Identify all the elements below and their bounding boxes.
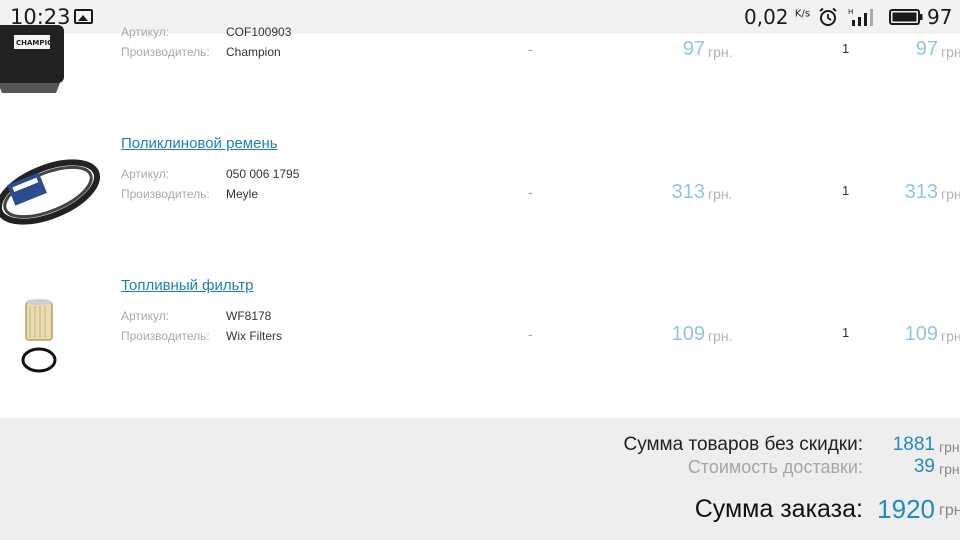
unit-price-currency: грн. bbox=[708, 186, 733, 202]
maker-label: Производитель: bbox=[121, 329, 210, 343]
maker-label: Производитель: bbox=[121, 45, 210, 59]
article-label: Артикул: bbox=[121, 309, 170, 323]
discount-value: - bbox=[528, 184, 533, 200]
unit-price: 109 bbox=[671, 323, 705, 345]
line-total: 97 bbox=[915, 38, 938, 60]
order-total-value: 1920 bbox=[877, 494, 935, 524]
order-total-label: Сумма заказа: bbox=[694, 495, 863, 523]
unit-price: 97 bbox=[682, 38, 705, 60]
subtotal-label: Сумма товаров без скидки: bbox=[623, 434, 863, 455]
delivery-value: 39 bbox=[913, 456, 935, 477]
unit-price: 313 bbox=[671, 181, 705, 203]
article-value: 050 006 1795 bbox=[226, 167, 300, 181]
unit-price-currency: грн. bbox=[708, 44, 733, 60]
line-total-currency: грн bbox=[941, 186, 960, 202]
quantity[interactable]: 1 bbox=[842, 41, 849, 56]
subtotal-value: 1881 bbox=[892, 434, 935, 455]
line-total: 313 bbox=[904, 181, 938, 203]
article-label: Артикул: bbox=[121, 167, 170, 181]
line-total-currency: грн bbox=[941, 328, 960, 344]
maker-value: Meyle bbox=[226, 187, 259, 201]
product-link-belt[interactable]: Поликлиновой ремень bbox=[121, 135, 278, 152]
quantity[interactable]: 1 bbox=[842, 325, 849, 340]
order-summary: Сумма товаров без скидки: 1881 грн Стоим… bbox=[0, 418, 960, 540]
product-image-belt[interactable] bbox=[0, 148, 110, 238]
discount-value: - bbox=[528, 41, 533, 57]
product-image-oil-filter[interactable]: CHAMPION bbox=[0, 25, 110, 95]
cart-item-belt: Поликлиновой ремень Артикул: 050 006 179… bbox=[0, 124, 960, 266]
product-link-fuel-filter[interactable]: Топливный фильтр bbox=[121, 277, 254, 294]
delivery-label: Стоимость доставки: bbox=[687, 457, 863, 477]
unit-price-currency: грн. bbox=[708, 328, 733, 344]
delivery-currency: грн bbox=[939, 461, 960, 477]
discount-value: - bbox=[528, 326, 533, 342]
article-label: Артикул: bbox=[121, 25, 170, 39]
maker-value: Wix Filters bbox=[226, 329, 282, 343]
article-value: COF100903 bbox=[226, 25, 292, 39]
cart-item-oil-filter: CHAMPION Артикул: COF100903 Производител… bbox=[0, 0, 960, 131]
line-total-currency: грн bbox=[941, 44, 960, 60]
maker-value: Champion bbox=[226, 45, 281, 59]
quantity[interactable]: 1 bbox=[842, 183, 849, 198]
order-total-currency: грн bbox=[939, 502, 960, 519]
subtotal-currency: грн bbox=[939, 439, 960, 455]
product-image-fuel-filter[interactable] bbox=[0, 298, 110, 378]
cart-item-fuel-filter: Топливный фильтр Артикул: WF8178 Произво… bbox=[0, 266, 960, 408]
line-total: 109 bbox=[904, 323, 938, 345]
maker-label: Производитель: bbox=[121, 187, 210, 201]
svg-text:CHAMPION: CHAMPION bbox=[16, 39, 59, 47]
article-value: WF8178 bbox=[226, 309, 272, 323]
